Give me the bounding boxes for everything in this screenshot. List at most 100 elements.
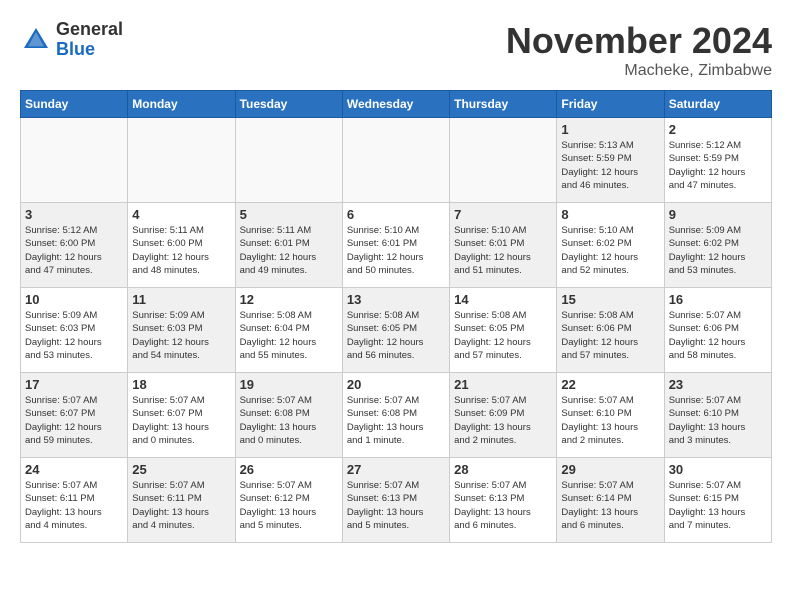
day-number: 21 xyxy=(454,377,552,392)
day-number: 17 xyxy=(25,377,123,392)
week-row-2: 3 Sunrise: 5:12 AMSunset: 6:00 PMDaylight… xyxy=(21,203,772,288)
logo-icon xyxy=(20,24,52,56)
calendar-header-row: SundayMondayTuesdayWednesdayThursdayFrid… xyxy=(21,91,772,118)
day-info: Sunrise: 5:09 AMSunset: 6:02 PMDaylight:… xyxy=(669,224,767,277)
day-number: 8 xyxy=(561,207,659,222)
calendar-cell xyxy=(235,118,342,203)
calendar-cell: 7Sunrise: 5:10 AMSunset: 6:01 PMDaylight… xyxy=(450,203,557,288)
day-info: Sunrise: 5:07 AMSunset: 6:09 PMDaylight:… xyxy=(454,394,552,447)
calendar-cell: 2 Sunrise: 5:12 AMSunset: 5:59 PMDaylight… xyxy=(664,118,771,203)
day-info: Sunrise: 5:08 AMSunset: 6:06 PMDaylight:… xyxy=(561,309,659,362)
day-info: Sunrise: 5:10 AMSunset: 6:01 PMDaylight:… xyxy=(347,224,445,277)
week-row-3: 10 Sunrise: 5:09 AMSunset: 6:03 PMDayligh… xyxy=(21,288,772,373)
day-info: Sunrise: 5:07 AMSunset: 6:12 PMDaylight:… xyxy=(240,479,338,532)
weekday-header-thursday: Thursday xyxy=(450,91,557,118)
day-info: Sunrise: 5:10 AMSunset: 6:02 PMDaylight:… xyxy=(561,224,659,277)
day-number: 10 xyxy=(25,292,123,307)
day-info: Sunrise: 5:11 AMSunset: 6:01 PMDaylight:… xyxy=(240,224,338,277)
day-info: Sunrise: 5:07 AMSunset: 6:06 PMDaylight:… xyxy=(669,309,767,362)
day-info: Sunrise: 5:07 AMSunset: 6:07 PMDaylight:… xyxy=(25,394,123,447)
day-number: 6 xyxy=(347,207,445,222)
calendar-cell: 30 Sunrise: 5:07 AMSunset: 6:15 PMDayligh… xyxy=(664,458,771,543)
day-number: 13 xyxy=(347,292,445,307)
calendar-cell: 12 Sunrise: 5:08 AMSunset: 6:04 PMDayligh… xyxy=(235,288,342,373)
calendar-cell: 3 Sunrise: 5:12 AMSunset: 6:00 PMDaylight… xyxy=(21,203,128,288)
weekday-header-saturday: Saturday xyxy=(664,91,771,118)
calendar-cell xyxy=(128,118,235,203)
calendar-cell xyxy=(450,118,557,203)
calendar-cell: 1 Sunrise: 5:13 AMSunset: 5:59 PMDaylight… xyxy=(557,118,664,203)
day-number: 20 xyxy=(347,377,445,392)
calendar-cell: 17 Sunrise: 5:07 AMSunset: 6:07 PMDayligh… xyxy=(21,373,128,458)
day-info: Sunrise: 5:12 AMSunset: 5:59 PMDaylight:… xyxy=(669,139,767,192)
day-number: 15 xyxy=(561,292,659,307)
logo-text: General Blue xyxy=(56,20,123,60)
day-info: Sunrise: 5:13 AMSunset: 5:59 PMDaylight:… xyxy=(561,139,659,192)
day-number: 5 xyxy=(240,207,338,222)
day-info: Sunrise: 5:07 AMSunset: 6:13 PMDaylight:… xyxy=(454,479,552,532)
day-info: Sunrise: 5:08 AMSunset: 6:04 PMDaylight:… xyxy=(240,309,338,362)
calendar-cell: 15 Sunrise: 5:08 AMSunset: 6:06 PMDayligh… xyxy=(557,288,664,373)
calendar-cell: 5 Sunrise: 5:11 AMSunset: 6:01 PMDaylight… xyxy=(235,203,342,288)
calendar-cell: 18Sunrise: 5:07 AMSunset: 6:07 PMDayligh… xyxy=(128,373,235,458)
day-info: Sunrise: 5:07 AMSunset: 6:11 PMDaylight:… xyxy=(132,479,230,532)
calendar-cell: 11Sunrise: 5:09 AMSunset: 6:03 PMDayligh… xyxy=(128,288,235,373)
calendar-cell: 21 Sunrise: 5:07 AMSunset: 6:09 PMDayligh… xyxy=(450,373,557,458)
day-info: Sunrise: 5:07 AMSunset: 6:10 PMDaylight:… xyxy=(669,394,767,447)
day-info: Sunrise: 5:07 AMSunset: 6:11 PMDaylight:… xyxy=(25,479,123,532)
weekday-header-friday: Friday xyxy=(557,91,664,118)
weekday-header-sunday: Sunday xyxy=(21,91,128,118)
day-number: 19 xyxy=(240,377,338,392)
calendar-cell: 10 Sunrise: 5:09 AMSunset: 6:03 PMDayligh… xyxy=(21,288,128,373)
calendar-cell: 16 Sunrise: 5:07 AMSunset: 6:06 PMDayligh… xyxy=(664,288,771,373)
calendar-cell xyxy=(21,118,128,203)
calendar-cell: 14 Sunrise: 5:08 AMSunset: 6:05 PMDayligh… xyxy=(450,288,557,373)
day-number: 2 xyxy=(669,122,767,137)
calendar-cell: 8 Sunrise: 5:10 AMSunset: 6:02 PMDaylight… xyxy=(557,203,664,288)
day-number: 7 xyxy=(454,207,552,222)
calendar-cell: 20 Sunrise: 5:07 AMSunset: 6:08 PMDayligh… xyxy=(342,373,449,458)
day-number: 24 xyxy=(25,462,123,477)
calendar-cell: 22Sunrise: 5:07 AMSunset: 6:10 PMDayligh… xyxy=(557,373,664,458)
day-info: Sunrise: 5:11 AMSunset: 6:00 PMDaylight:… xyxy=(132,224,230,277)
day-number: 26 xyxy=(240,462,338,477)
page-header: General Blue November 2024 Macheke, Zimb… xyxy=(20,20,772,80)
month-title: November 2024 xyxy=(506,20,772,62)
day-number: 30 xyxy=(669,462,767,477)
week-row-1: 1 Sunrise: 5:13 AMSunset: 5:59 PMDaylight… xyxy=(21,118,772,203)
day-number: 16 xyxy=(669,292,767,307)
logo: General Blue xyxy=(20,20,123,60)
day-number: 1 xyxy=(561,122,659,137)
calendar-cell: 9Sunrise: 5:09 AMSunset: 6:02 PMDaylight… xyxy=(664,203,771,288)
calendar-cell: 19Sunrise: 5:07 AMSunset: 6:08 PMDayligh… xyxy=(235,373,342,458)
calendar-cell xyxy=(342,118,449,203)
day-info: Sunrise: 5:07 AMSunset: 6:08 PMDaylight:… xyxy=(347,394,445,447)
calendar-cell: 24 Sunrise: 5:07 AMSunset: 6:11 PMDayligh… xyxy=(21,458,128,543)
calendar-cell: 6 Sunrise: 5:10 AMSunset: 6:01 PMDaylight… xyxy=(342,203,449,288)
day-number: 12 xyxy=(240,292,338,307)
weekday-header-monday: Monday xyxy=(128,91,235,118)
calendar-cell: 29Sunrise: 5:07 AMSunset: 6:14 PMDayligh… xyxy=(557,458,664,543)
location: Macheke, Zimbabwe xyxy=(506,62,772,80)
day-number: 25 xyxy=(132,462,230,477)
day-info: Sunrise: 5:07 AMSunset: 6:13 PMDaylight:… xyxy=(347,479,445,532)
day-number: 3 xyxy=(25,207,123,222)
day-number: 22 xyxy=(561,377,659,392)
day-info: Sunrise: 5:08 AMSunset: 6:05 PMDaylight:… xyxy=(454,309,552,362)
day-number: 11 xyxy=(132,292,230,307)
calendar-cell: 13Sunrise: 5:08 AMSunset: 6:05 PMDayligh… xyxy=(342,288,449,373)
day-info: Sunrise: 5:09 AMSunset: 6:03 PMDaylight:… xyxy=(25,309,123,362)
day-info: Sunrise: 5:12 AMSunset: 6:00 PMDaylight:… xyxy=(25,224,123,277)
day-number: 23 xyxy=(669,377,767,392)
title-block: November 2024 Macheke, Zimbabwe xyxy=(506,20,772,80)
day-number: 4 xyxy=(132,207,230,222)
week-row-4: 17 Sunrise: 5:07 AMSunset: 6:07 PMDayligh… xyxy=(21,373,772,458)
calendar-cell: 26 Sunrise: 5:07 AMSunset: 6:12 PMDayligh… xyxy=(235,458,342,543)
calendar-body: 1 Sunrise: 5:13 AMSunset: 5:59 PMDaylight… xyxy=(21,118,772,543)
calendar-cell: 27Sunrise: 5:07 AMSunset: 6:13 PMDayligh… xyxy=(342,458,449,543)
calendar-cell: 25 Sunrise: 5:07 AMSunset: 6:11 PMDayligh… xyxy=(128,458,235,543)
calendar-cell: 4 Sunrise: 5:11 AMSunset: 6:00 PMDaylight… xyxy=(128,203,235,288)
day-info: Sunrise: 5:07 AMSunset: 6:15 PMDaylight:… xyxy=(669,479,767,532)
day-number: 14 xyxy=(454,292,552,307)
day-number: 28 xyxy=(454,462,552,477)
